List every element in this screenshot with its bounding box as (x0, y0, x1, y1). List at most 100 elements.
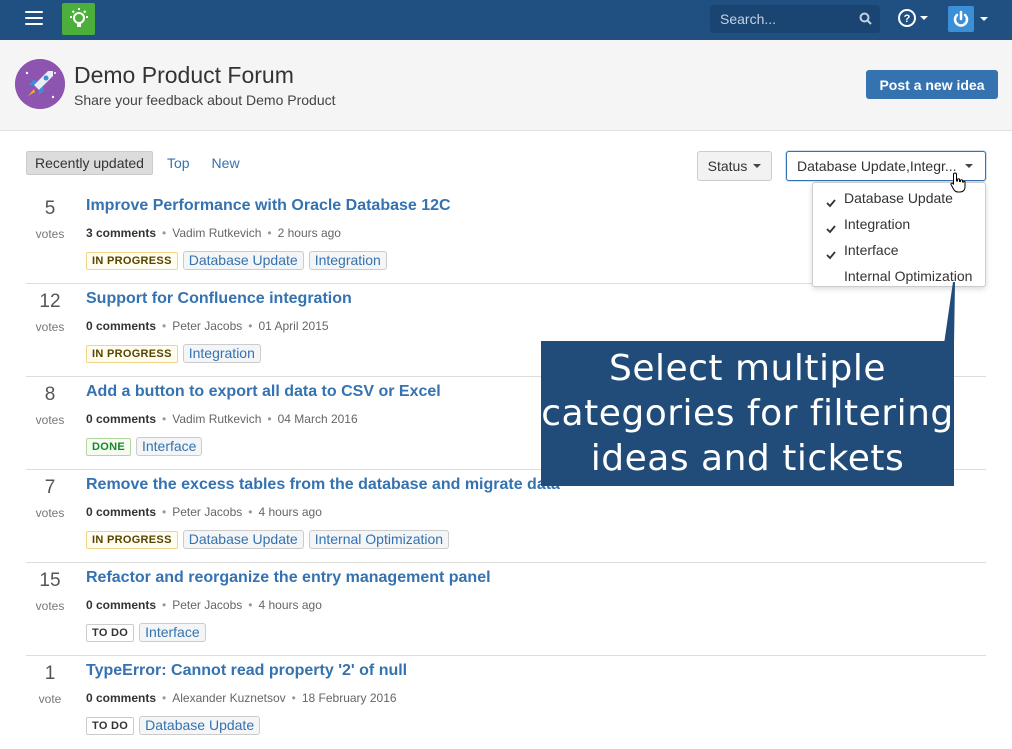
comment-count[interactable]: 0 comments (86, 505, 156, 519)
check-icon (826, 218, 836, 240)
category-tag[interactable]: Interface (135, 437, 203, 456)
status-filter-button[interactable]: Status (697, 151, 772, 181)
rocket-icon (15, 59, 65, 109)
status-badge: IN PROGRESS (86, 251, 178, 270)
help-icon: ? (898, 9, 916, 27)
search-input[interactable] (710, 5, 850, 33)
callout-line: categories for filtering (541, 393, 954, 434)
category-tag[interactable]: Interface (139, 623, 206, 642)
status-filter-label: Status (707, 158, 748, 174)
category-tag[interactable]: Integration (308, 251, 387, 270)
timestamp: 4 hours ago (258, 505, 322, 519)
vote-count: 7 (44, 477, 56, 498)
category-tag[interactable]: Integration (182, 344, 261, 363)
timestamp: 4 hours ago (258, 598, 322, 612)
vote-count: 12 (39, 291, 61, 312)
vote-count: 8 (44, 384, 56, 405)
idea-tags: TO DO Database Update (86, 716, 261, 735)
author-name: Vadim Rutkevich (172, 412, 262, 426)
idea-meta: 0 comments • Peter Jacobs • 4 hours ago (86, 505, 322, 519)
timestamp: 01 April 2015 (258, 319, 329, 333)
search-icon[interactable] (859, 12, 872, 30)
idea-meta: 3 comments • Vadim Rutkevich • 2 hours ago (86, 226, 341, 240)
vote-label: votes (35, 413, 65, 427)
user-menu[interactable] (948, 6, 988, 32)
comment-count[interactable]: 0 comments (86, 319, 156, 333)
author-name: Vadim Rutkevich (172, 226, 262, 240)
avatar (948, 6, 974, 32)
help-menu[interactable]: ? (898, 9, 928, 27)
list-item: 15 votes Refactor and reorganize the ent… (26, 563, 986, 656)
timestamp: 04 March 2016 (277, 412, 358, 426)
check-icon (826, 244, 836, 266)
list-item: 1 vote TypeError: Cannot read property '… (26, 656, 986, 749)
tab-recently-updated[interactable]: Recently updated (26, 151, 153, 175)
dropdown-item-label: Integration (844, 216, 911, 232)
dropdown-item-integration[interactable]: Integration (813, 213, 985, 239)
category-tag[interactable]: Database Update (139, 716, 261, 735)
idea-tags: IN PROGRESS Database Update Internal Opt… (86, 530, 450, 549)
comment-count[interactable]: 0 comments (86, 412, 156, 426)
idea-tags: IN PROGRESS Integration (86, 344, 261, 363)
idea-title-link[interactable]: Remove the excess tables from the databa… (86, 476, 560, 494)
vote-label: votes (35, 599, 65, 613)
top-navbar: ? (0, 0, 1012, 40)
callout-line: ideas and tickets (590, 438, 905, 479)
status-badge: IN PROGRESS (86, 344, 178, 363)
idea-title-link[interactable]: TypeError: Cannot read property '2' of n… (86, 662, 407, 680)
dropdown-item-label: Database Update (844, 190, 953, 206)
comment-count[interactable]: 3 comments (86, 226, 156, 240)
idea-meta: 0 comments • Peter Jacobs • 4 hours ago (86, 598, 322, 612)
idea-tags: DONE Interface (86, 437, 203, 456)
vote-count: 15 (39, 570, 61, 591)
category-filter-label: Database Update,Integr... (797, 158, 957, 174)
power-icon (953, 10, 969, 27)
tab-new[interactable]: New (204, 152, 248, 174)
vote-label: votes (35, 320, 65, 334)
category-tag[interactable]: Database Update (182, 530, 304, 549)
idea-meta: 0 comments • Peter Jacobs • 01 April 2015 (86, 319, 329, 333)
vote-label: votes (35, 506, 65, 520)
idea-title-link[interactable]: Support for Confluence integration (86, 290, 352, 308)
author-name: Peter Jacobs (172, 319, 243, 333)
category-tag[interactable]: Internal Optimization (308, 530, 450, 549)
timestamp: 2 hours ago (277, 226, 341, 240)
callout-pointer (944, 282, 955, 344)
idea-title-link[interactable]: Refactor and reorganize the entry manage… (86, 569, 491, 587)
svg-text:?: ? (904, 13, 911, 25)
status-badge: IN PROGRESS (86, 530, 178, 549)
vote-label: votes (35, 227, 65, 241)
category-tag[interactable]: Database Update (182, 251, 304, 270)
chevron-down-icon (920, 16, 928, 20)
idea-title-link[interactable]: Add a button to export all data to CSV o… (86, 383, 441, 401)
vote-count: 5 (44, 198, 56, 219)
idea-meta: 0 comments • Alexander Kuznetsov • 18 Februa… (86, 691, 397, 705)
sort-tabs: Recently updated Top New (26, 151, 254, 175)
menu-icon[interactable] (25, 11, 43, 27)
tab-top[interactable]: Top (159, 152, 198, 174)
dropdown-item-interface[interactable]: Interface (813, 239, 985, 265)
author-name: Alexander Kuznetsov (172, 691, 286, 705)
check-icon (826, 192, 836, 214)
status-badge: DONE (86, 437, 131, 456)
idea-tags: IN PROGRESS Database Update Integration (86, 251, 387, 270)
vote-count: 1 (44, 663, 56, 684)
page-title: Demo Product Forum (74, 62, 294, 88)
comment-count[interactable]: 0 comments (86, 598, 156, 612)
chevron-down-icon (980, 17, 988, 21)
author-name: Peter Jacobs (172, 598, 243, 612)
chevron-down-icon (964, 164, 973, 168)
post-new-idea-button[interactable]: Post a new idea (866, 70, 998, 99)
comment-count[interactable]: 0 comments (86, 691, 156, 705)
idea-title-link[interactable]: Improve Performance with Oracle Database… (86, 197, 451, 215)
vote-label: vote (38, 692, 62, 706)
idea-meta: 0 comments • Vadim Rutkevich • 04 March 2016 (86, 412, 358, 426)
lightbulb-logo-icon[interactable] (62, 3, 95, 35)
author-name: Peter Jacobs (172, 505, 243, 519)
chevron-down-icon (753, 164, 762, 168)
idea-tags: TO DO Interface (86, 623, 206, 642)
status-badge: TO DO (86, 623, 135, 642)
forum-header: Demo Product Forum Share your feedback a… (0, 40, 1012, 131)
callout-line: Select multiple (608, 348, 886, 389)
search-box (710, 5, 880, 33)
